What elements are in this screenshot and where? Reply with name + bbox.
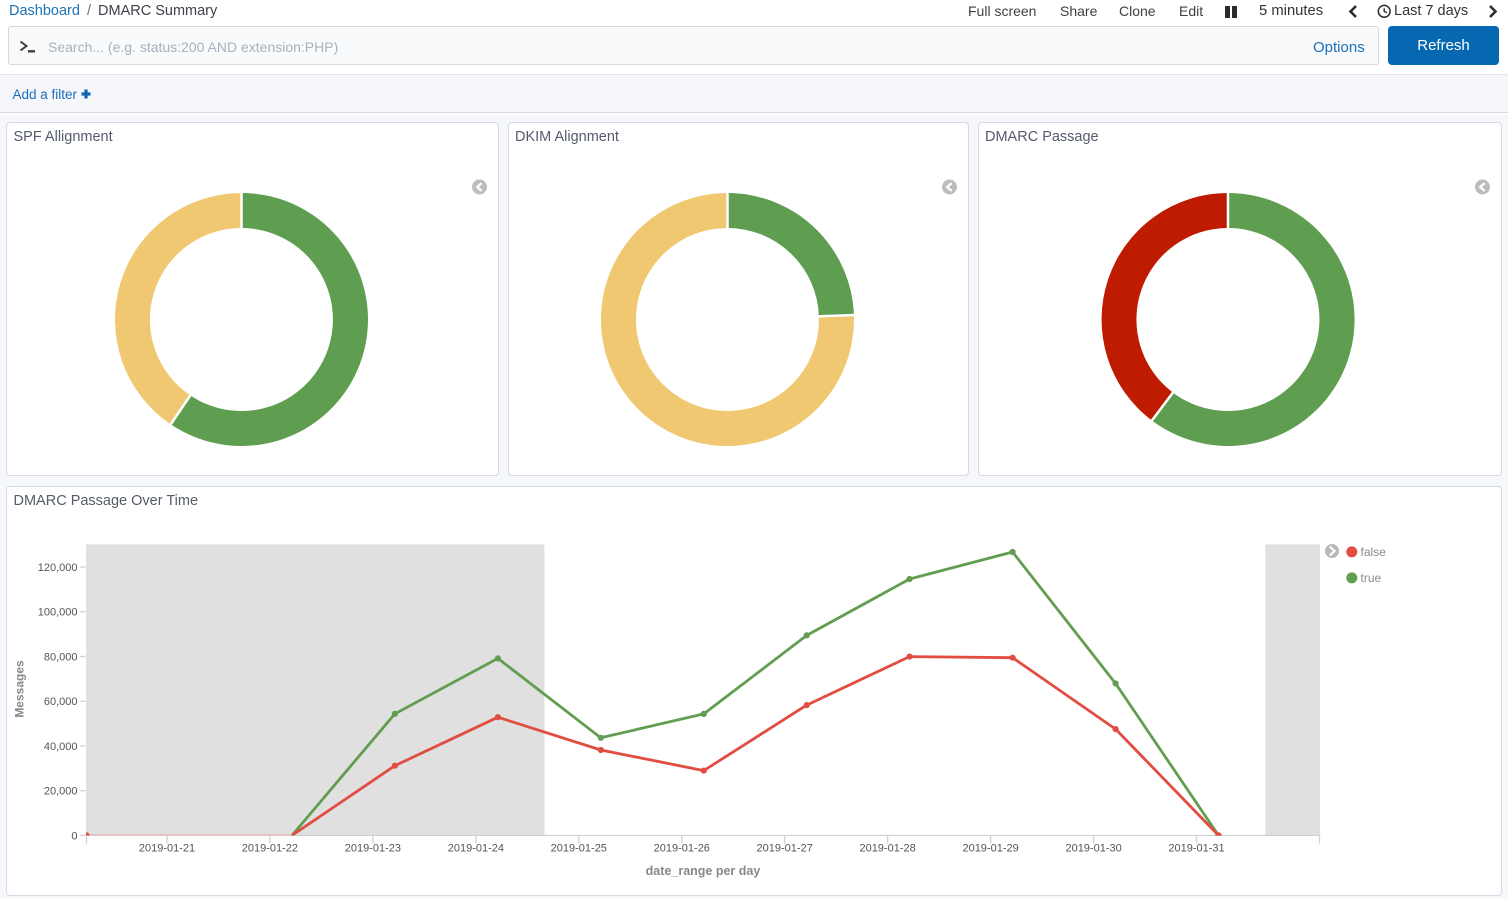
svg-text:date_range per day: date_range per day bbox=[646, 864, 761, 878]
svg-text:2019-01-30: 2019-01-30 bbox=[1065, 843, 1121, 855]
svg-text:2019-01-27: 2019-01-27 bbox=[757, 843, 813, 855]
svg-text:2019-01-26: 2019-01-26 bbox=[654, 843, 710, 855]
svg-text:2019-01-24: 2019-01-24 bbox=[448, 843, 504, 855]
svg-text:20,000: 20,000 bbox=[44, 786, 78, 798]
svg-text:100,000: 100,000 bbox=[38, 607, 78, 619]
svg-text:false: false bbox=[1361, 545, 1387, 559]
svg-text:0: 0 bbox=[71, 830, 77, 842]
svg-text:Messages: Messages bbox=[13, 660, 27, 718]
svg-text:2019-01-23: 2019-01-23 bbox=[345, 843, 401, 855]
svg-text:2019-01-29: 2019-01-29 bbox=[962, 843, 1018, 855]
svg-text:40,000: 40,000 bbox=[44, 741, 78, 753]
svg-text:2019-01-21: 2019-01-21 bbox=[139, 843, 195, 855]
svg-text:80,000: 80,000 bbox=[44, 651, 78, 663]
svg-text:2019-01-31: 2019-01-31 bbox=[1168, 843, 1224, 855]
svg-text:60,000: 60,000 bbox=[44, 696, 78, 708]
svg-text:120,000: 120,000 bbox=[38, 562, 78, 574]
svg-text:2019-01-22: 2019-01-22 bbox=[242, 843, 298, 855]
svg-text:2019-01-25: 2019-01-25 bbox=[551, 843, 607, 855]
svg-text:true: true bbox=[1361, 571, 1382, 585]
svg-text:2019-01-28: 2019-01-28 bbox=[859, 843, 915, 855]
